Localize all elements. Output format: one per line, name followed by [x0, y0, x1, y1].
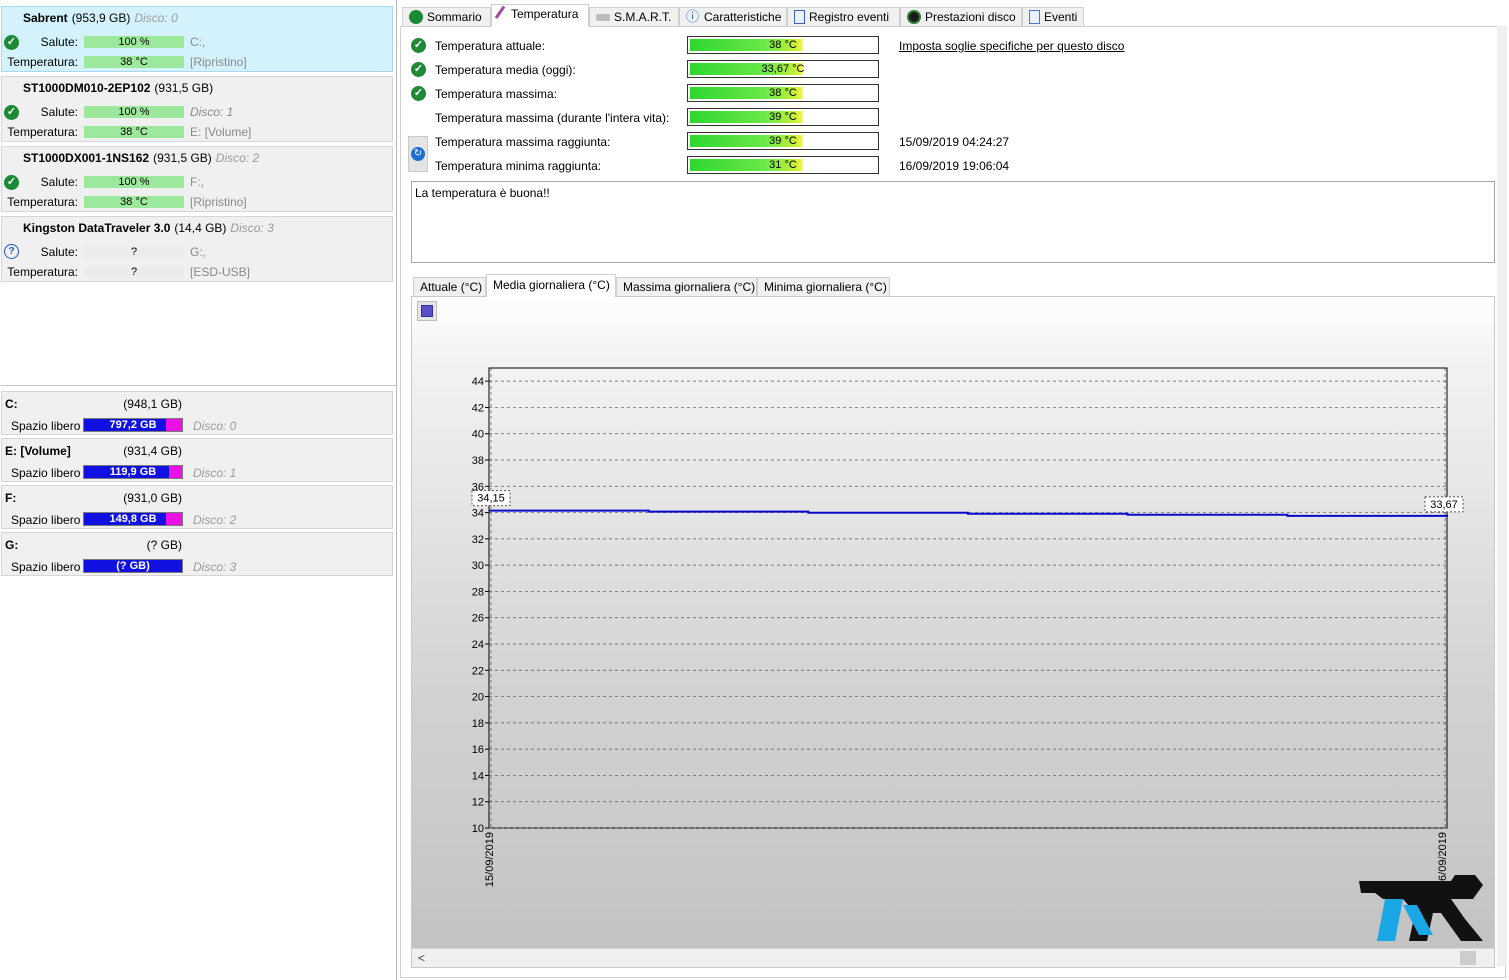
chart-tab[interactable]: Media giornaliera (°C) — [486, 274, 616, 297]
tab-temperatura[interactable]: Temperatura — [491, 4, 589, 27]
horizontal-scrollbar[interactable]: < — [412, 948, 1494, 967]
y-tick-label: 30 — [472, 560, 484, 572]
y-tick-label: 24 — [472, 639, 484, 651]
y-tick-label: 16 — [472, 744, 484, 756]
tab-label: Temperatura — [511, 7, 579, 21]
y-tick-label: 40 — [472, 429, 484, 441]
y-tick-label: 28 — [472, 586, 484, 598]
x-tick-label: 15/09/2019 — [484, 832, 496, 887]
scroll-left-icon[interactable]: < — [418, 951, 425, 965]
y-tick-label: 14 — [472, 770, 484, 782]
y-tick-label: 20 — [472, 692, 484, 704]
y-tick-label: 22 — [472, 665, 484, 677]
scroll-thumb[interactable] — [1460, 951, 1476, 965]
y-tick-label: 38 — [472, 455, 484, 467]
vertical-scrollbar[interactable] — [1497, 26, 1507, 966]
data-label: 33,67 — [1430, 499, 1458, 511]
y-tick-label: 34 — [472, 508, 484, 520]
series-line — [489, 509, 1448, 517]
data-label: 34,15 — [477, 493, 505, 505]
y-tick-label: 42 — [472, 402, 484, 414]
y-tick-label: 44 — [472, 376, 484, 388]
temperature-chart: 10121416182022242628303234363840424434,1… — [471, 367, 1464, 887]
y-tick-label: 32 — [472, 534, 484, 546]
plot-area — [488, 367, 1448, 829]
y-tick-label: 18 — [472, 718, 484, 730]
y-tick-label: 10 — [472, 823, 484, 835]
tkr-logo — [1359, 875, 1483, 941]
y-tick-label: 12 — [472, 797, 484, 809]
y-tick-label: 26 — [472, 613, 484, 625]
thermometer-icon — [494, 5, 511, 23]
